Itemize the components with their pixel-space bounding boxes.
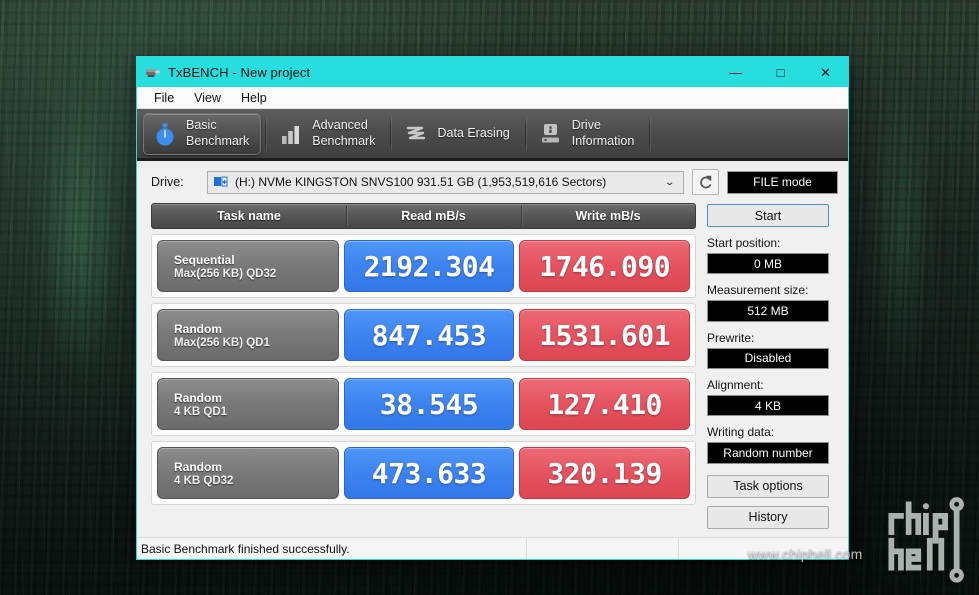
drive-selection-row: Drive: (H:) NVMe KINGSTON SNVS100 931.51… — [137, 161, 848, 203]
column-header-read: Read mB/s — [346, 204, 521, 228]
tab-label-data-erasing: Data Erasing — [437, 125, 510, 140]
label-writing-data: Writing data: — [707, 425, 775, 440]
table-row[interactable]: Sequential Max(256 KB) QD32 2192.304 174… — [151, 234, 696, 298]
write-value: 127.410 — [519, 378, 690, 430]
maximize-button[interactable]: □ — [758, 57, 803, 87]
column-header-task-name: Task name — [217, 209, 281, 223]
options-sidebar: Start Start position: 0 MB Measurement s… — [707, 203, 829, 537]
task-cell: Random Max(256 KB) QD1 — [157, 309, 339, 361]
task-title: Random — [174, 459, 222, 474]
drive-info-icon — [541, 123, 559, 142]
read-value: 473.633 — [343, 447, 515, 499]
task-options-button[interactable]: Task options — [707, 474, 829, 498]
tab-drive-information[interactable]: Drive Information — [530, 113, 646, 155]
close-button[interactable]: ✕ — [803, 57, 848, 87]
tab-separator — [265, 116, 267, 151]
status-bar: Basic Benchmark finished successfully. — [137, 537, 848, 559]
refresh-button[interactable] — [692, 169, 719, 195]
label-alignment: Alignment: — [707, 378, 764, 393]
benchmark-results-panel: Task name Read mB/s Write mB/s Sequentia… — [151, 203, 696, 537]
task-cell: Random 4 KB QD1 — [157, 378, 339, 430]
menubar: File View Help — [137, 87, 848, 109]
tab-strip: Basic Benchmark Advanced Benchmark Data … — [137, 109, 848, 161]
history-button[interactable]: History — [707, 505, 829, 530]
menu-item-help[interactable]: Help — [232, 88, 276, 108]
write-value: 320.139 — [519, 447, 690, 499]
main-body: Task name Read mB/s Write mB/s Sequentia… — [137, 203, 848, 537]
bar-chart-icon — [282, 125, 300, 144]
tab-advanced-benchmark[interactable]: Advanced Benchmark — [270, 113, 386, 155]
refresh-icon — [700, 175, 712, 188]
file-mode-label: FILE mode — [753, 175, 812, 189]
tab-separator — [524, 116, 526, 151]
status-message: Basic Benchmark finished successfully. — [137, 538, 527, 559]
tab-data-erasing[interactable]: Data Erasing — [395, 113, 520, 155]
drive-label: Drive: — [151, 175, 184, 189]
window-controls: — □ ✕ — [713, 57, 848, 87]
tab-separator — [390, 116, 392, 151]
task-subtitle: 4 KB QD32 — [174, 474, 234, 487]
task-title: Random — [174, 321, 222, 336]
chiphell-logo-watermark — [888, 497, 964, 583]
task-title: Sequential — [174, 252, 235, 267]
shredder-icon — [407, 126, 426, 139]
drive-icon — [214, 176, 228, 186]
column-header-write: Write mB/s — [521, 204, 695, 228]
value-writing-data[interactable]: Random number — [707, 442, 829, 464]
stopwatch-icon — [156, 123, 174, 145]
read-value: 847.453 — [343, 309, 515, 361]
chevron-down-icon[interactable]: ⌄ — [664, 177, 679, 188]
read-value: 38.545 — [343, 378, 515, 430]
results-header-row: Task name Read mB/s Write mB/s — [151, 203, 696, 229]
table-row[interactable]: Random 4 KB QD1 38.545 127.410 — [151, 372, 696, 436]
window-titlebar[interactable]: TxBENCH - New project — □ ✕ — [137, 57, 848, 87]
value-start-position[interactable]: 0 MB — [707, 253, 829, 275]
minimize-button[interactable]: — — [713, 57, 758, 87]
menu-item-view[interactable]: View — [185, 88, 230, 108]
task-subtitle: Max(256 KB) QD1 — [174, 336, 270, 349]
txbench-icon — [146, 69, 160, 77]
table-row[interactable]: Random Max(256 KB) QD1 847.453 1531.601 — [151, 303, 696, 367]
write-value: 1746.090 — [519, 240, 690, 292]
table-row[interactable]: Random 4 KB QD32 473.633 320.139 — [151, 441, 696, 505]
label-start-position: Start position: — [707, 236, 781, 251]
value-alignment[interactable]: 4 KB — [707, 395, 829, 417]
task-title: Random — [174, 390, 222, 405]
write-value: 1531.601 — [519, 309, 690, 361]
start-button[interactable]: Start — [707, 204, 829, 228]
tab-label-basic-benchmark: Basic Benchmark — [186, 118, 250, 148]
value-measurement-size[interactable]: 512 MB — [707, 300, 829, 322]
status-segment-2 — [527, 538, 679, 559]
label-prewrite: Prewrite: — [707, 330, 755, 345]
task-cell: Random 4 KB QD32 — [157, 447, 339, 499]
tab-separator — [649, 116, 651, 151]
label-measurement-size: Measurement size: — [707, 283, 809, 298]
task-cell: Sequential Max(256 KB) QD32 — [157, 240, 339, 292]
value-prewrite[interactable]: Disabled — [707, 347, 829, 370]
tab-basic-benchmark[interactable]: Basic Benchmark — [143, 112, 262, 155]
file-mode-button[interactable]: FILE mode — [727, 170, 838, 194]
task-subtitle: 4 KB QD1 — [174, 405, 228, 418]
tab-label-advanced-benchmark: Advanced Benchmark — [312, 118, 376, 148]
task-subtitle: Max(256 KB) QD32 — [174, 267, 277, 280]
tab-label-drive-information: Drive Information — [571, 118, 635, 148]
chiphell-url-watermark: www.chiphell.com — [748, 546, 863, 562]
menu-item-file[interactable]: File — [145, 88, 183, 108]
read-value: 2192.304 — [343, 240, 515, 292]
window-title: TxBENCH - New project — [168, 64, 311, 80]
drive-select[interactable]: (H:) NVMe KINGSTON SNVS100 931.51 GB (1,… — [207, 170, 684, 194]
drive-value: (H:) NVMe KINGSTON SNVS100 931.51 GB (1,… — [235, 175, 607, 189]
txbench-window: TxBENCH - New project — □ ✕ File View He… — [136, 56, 849, 560]
